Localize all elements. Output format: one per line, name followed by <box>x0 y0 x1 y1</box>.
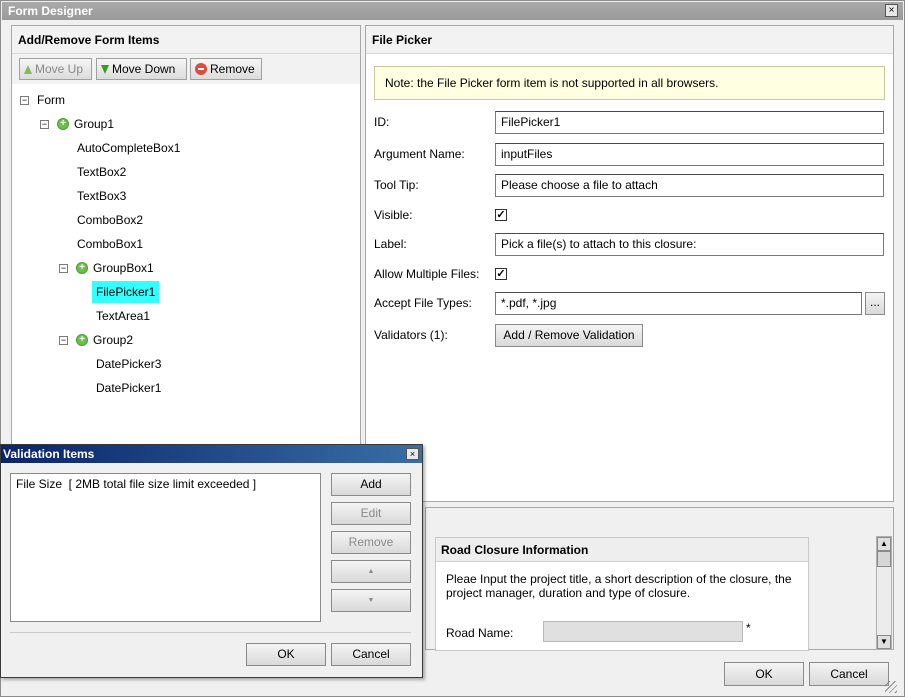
arrow-down-icon <box>101 64 109 74</box>
move-up-icon[interactable]: ▲ <box>331 560 411 583</box>
validation-dialog-title: Validation Items <box>1 445 422 463</box>
add-validation-button[interactable]: Add <box>331 473 411 496</box>
form-items-panel-title: Add/Remove Form Items <box>12 26 360 54</box>
road-closure-description: Pleae Input the project title, a short d… <box>446 572 792 600</box>
tree-node-filepicker1[interactable]: FilePicker1 <box>20 280 350 304</box>
window-title: Form Designer <box>2 2 903 20</box>
tool-tip-label: Tool Tip: <box>374 178 419 192</box>
tree-label: TextArea1 <box>96 309 151 323</box>
validation-ok-button[interactable]: OK <box>246 643 326 666</box>
tree-label: ComboBox2 <box>77 213 144 227</box>
add-circle-icon[interactable]: + <box>76 334 88 346</box>
tree-label: ComboBox1 <box>77 237 144 251</box>
tree-node-groupbox1[interactable]: − + GroupBox1 <box>20 256 350 280</box>
tool-tip-field[interactable]: Please choose a file to attach <box>495 174 884 197</box>
road-closure-title: Road Closure Information <box>436 538 808 562</box>
validation-dialog-close-icon[interactable]: × <box>406 448 419 460</box>
tree-label: TextBox3 <box>77 189 127 203</box>
tree-label: DatePicker1 <box>96 381 162 395</box>
visible-checkbox[interactable]: ✓ <box>495 209 507 221</box>
dialog-divider <box>10 632 411 633</box>
tree-node-group2[interactable]: − + Group2 <box>20 328 350 352</box>
form-items-panel: Add/Remove Form Items Move Up Move Down … <box>11 25 361 467</box>
tree-node-item[interactable]: DatePicker3 <box>20 352 350 376</box>
browser-support-note: Note: the File Picker form item is not s… <box>374 66 885 100</box>
browse-types-button[interactable]: ... <box>865 292 885 315</box>
allow-multiple-label: Allow Multiple Files: <box>374 267 480 281</box>
tree-label: Group1 <box>74 117 115 131</box>
tree-label: Group2 <box>93 333 134 347</box>
required-marker: * <box>746 621 751 635</box>
arrow-up-icon <box>24 64 32 74</box>
tree-label: GroupBox1 <box>93 261 154 275</box>
tree-label-selected: FilePicker1 <box>92 281 160 303</box>
allow-multiple-checkbox[interactable]: ✓ <box>495 268 507 280</box>
form-items-toolbar: Move Up Move Down Remove <box>12 54 360 84</box>
collapse-icon[interactable]: − <box>20 95 29 105</box>
move-up-button[interactable]: Move Up <box>19 58 92 80</box>
tree-label: TextBox2 <box>77 165 127 179</box>
id-label: ID: <box>374 115 390 129</box>
accept-types-field[interactable]: *.pdf, *.jpg <box>495 292 862 315</box>
tree-label: Form <box>37 93 65 107</box>
road-name-field[interactable] <box>543 621 743 642</box>
label-field[interactable]: Pick a file(s) to attach to this closure… <box>495 233 884 256</box>
tree-node-item[interactable]: TextBox2 <box>20 160 350 184</box>
road-name-label: Road Name: <box>446 626 514 640</box>
collapse-icon[interactable]: − <box>40 119 49 129</box>
file-picker-panel: File Picker Note: the File Picker form i… <box>365 25 894 502</box>
tree-node-item[interactable]: DatePicker1 <box>20 376 350 400</box>
collapse-icon[interactable]: − <box>59 335 68 345</box>
add-remove-validation-button[interactable]: Add / Remove Validation <box>495 324 643 347</box>
argument-name-label: Argument Name: <box>374 147 465 161</box>
road-closure-preview: Road Closure Information Pleae Input the… <box>435 537 809 651</box>
tree-node-form[interactable]: − Form <box>20 88 350 112</box>
remove-icon <box>195 63 207 75</box>
validation-items-dialog: Validation Items × File Size [ 2MB total… <box>0 444 423 678</box>
remove-validation-button[interactable]: Remove <box>331 531 411 554</box>
validators-label: Validators (1): <box>374 328 448 342</box>
tree-label: AutoCompleteBox1 <box>77 141 181 155</box>
move-down-label: Move Down <box>112 62 176 76</box>
tree-node-item[interactable]: AutoCompleteBox1 <box>20 136 350 160</box>
accept-types-label: Accept File Types: <box>374 296 472 310</box>
tree-node-item[interactable]: TextArea1 <box>20 304 350 328</box>
preview-scrollbar[interactable]: ▲ ▼ <box>876 536 892 650</box>
move-down-button[interactable]: Move Down <box>96 58 187 80</box>
ok-button[interactable]: OK <box>724 662 804 686</box>
remove-item-button[interactable]: Remove <box>190 58 262 80</box>
window-close-icon[interactable]: × <box>885 4 898 17</box>
tree-node-item[interactable]: ComboBox2 <box>20 208 350 232</box>
edit-validation-button[interactable]: Edit <box>331 502 411 525</box>
add-circle-icon[interactable]: + <box>57 118 69 130</box>
visible-label: Visible: <box>374 208 413 222</box>
move-down-icon[interactable]: ▼ <box>331 589 411 612</box>
file-picker-panel-title: File Picker <box>366 26 893 54</box>
id-field[interactable]: FilePicker1 <box>495 111 884 134</box>
validation-cancel-button[interactable]: Cancel <box>331 643 411 666</box>
collapse-icon[interactable]: − <box>59 263 68 273</box>
label-label: Label: <box>374 237 407 251</box>
resize-grip-icon[interactable] <box>885 681 897 693</box>
move-up-label: Move Up <box>35 62 84 76</box>
scroll-thumb[interactable] <box>877 551 891 567</box>
scroll-down-icon[interactable]: ▼ <box>877 635 891 649</box>
add-circle-icon[interactable]: + <box>76 262 88 274</box>
tree-node-group1[interactable]: − + Group1 <box>20 112 350 136</box>
argument-name-field[interactable]: inputFiles <box>495 143 884 166</box>
tree-node-item[interactable]: TextBox3 <box>20 184 350 208</box>
scroll-up-icon[interactable]: ▲ <box>877 537 891 551</box>
validation-list[interactable]: File Size [ 2MB total file size limit ex… <box>10 473 321 622</box>
tree-node-item[interactable]: ComboBox1 <box>20 232 350 256</box>
cancel-button[interactable]: Cancel <box>809 662 889 686</box>
form-tree: − Form − + Group1 AutoCompleteBox1 TextB… <box>20 88 350 400</box>
validation-list-item[interactable]: File Size [ 2MB total file size limit ex… <box>16 477 256 491</box>
tree-label: DatePicker3 <box>96 357 162 371</box>
remove-label: Remove <box>210 62 255 76</box>
